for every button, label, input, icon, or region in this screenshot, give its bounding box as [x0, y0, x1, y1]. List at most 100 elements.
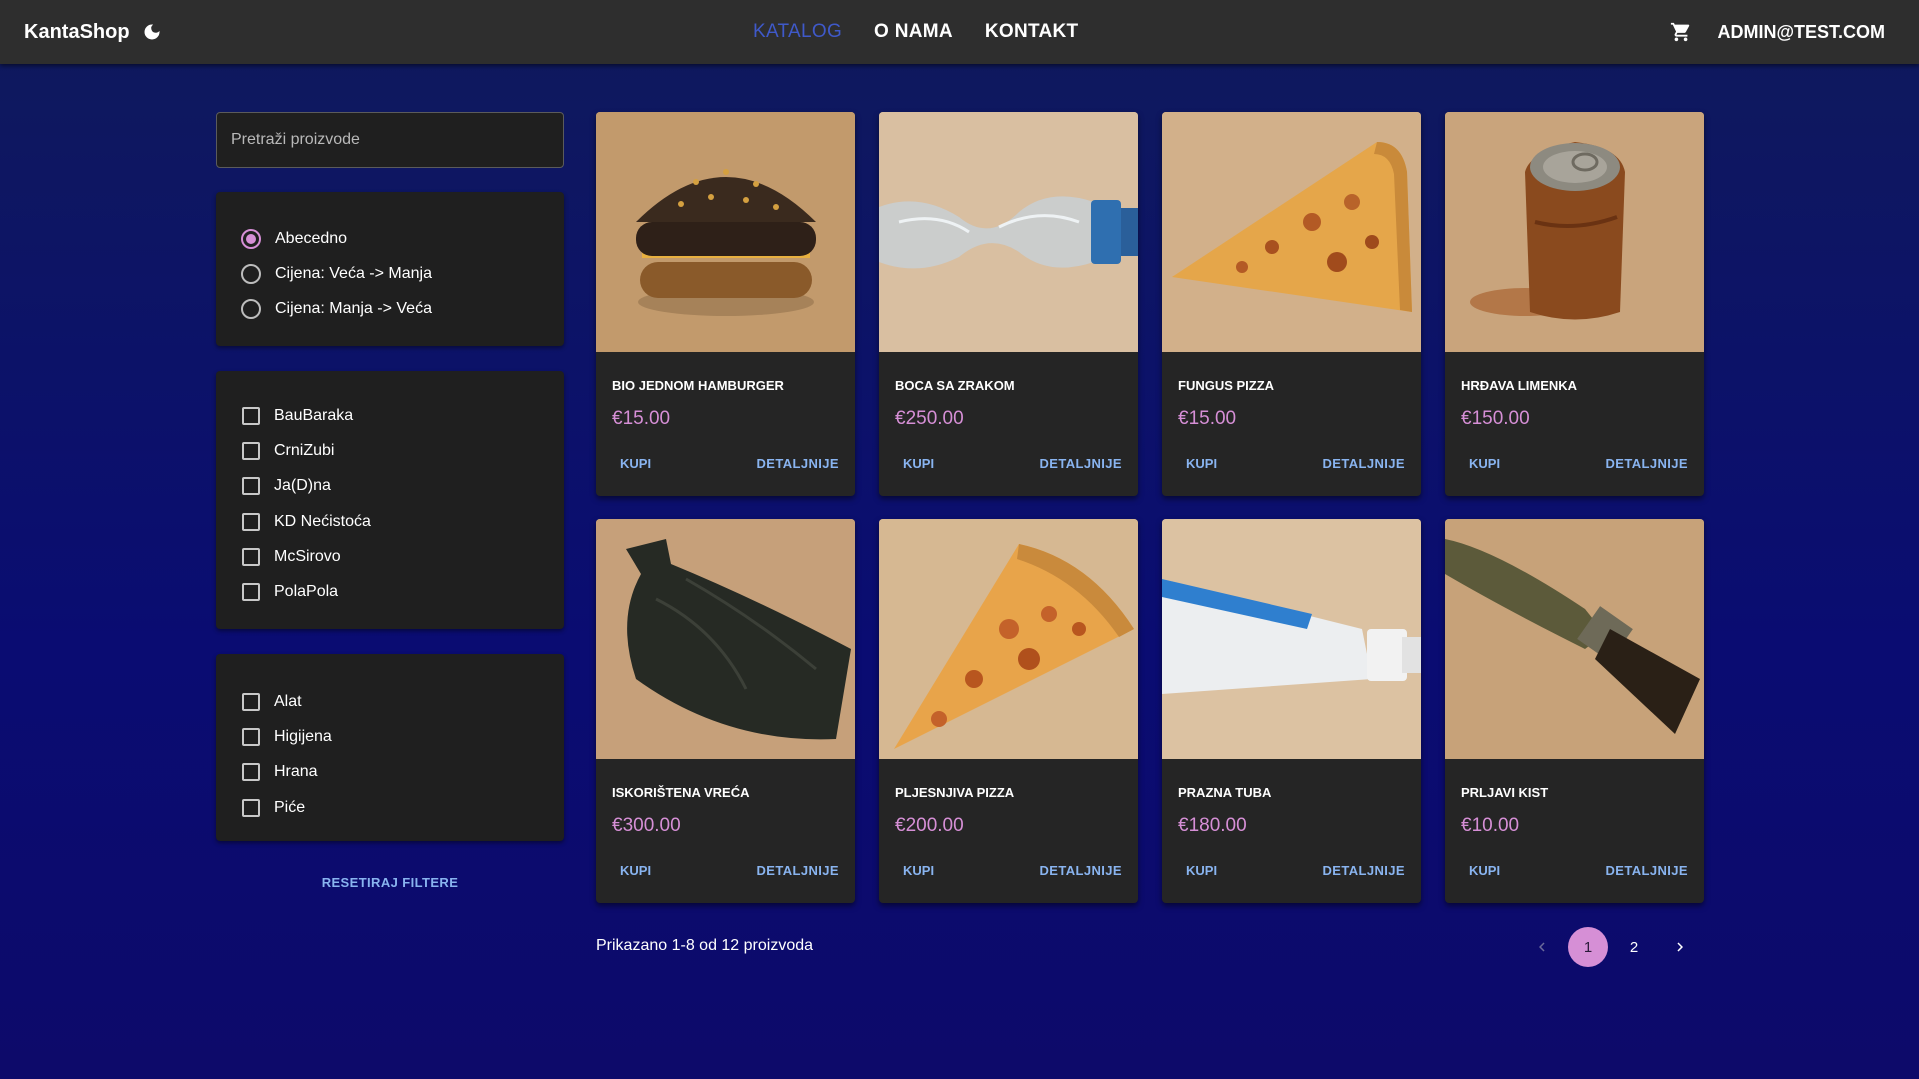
nav-link-katalog[interactable]: KATALOG: [753, 21, 842, 43]
checkbox[interactable]: [242, 763, 260, 782]
product-price: €10.00: [1461, 815, 1520, 836]
product-card[interactable]: FUNGUS PIZZA €15.00 KUPI DETALJNIJE: [1162, 112, 1421, 496]
checkbox[interactable]: [242, 477, 260, 496]
product-search-input[interactable]: [216, 112, 564, 168]
product-image-pizza-2[interactable]: [879, 519, 1138, 759]
product-card[interactable]: BIO JEDNOM HAMBURGER €15.00 KUPI DETALJN…: [596, 112, 855, 496]
product-image-bottle[interactable]: [879, 112, 1138, 352]
sort-option-label: Abecedno: [275, 229, 348, 247]
reset-filters-button[interactable]: RESETIRAJ FILTERE: [216, 870, 564, 894]
checkbox[interactable]: [242, 798, 260, 817]
product-image-tube[interactable]: [1162, 519, 1421, 759]
radio-unchecked[interactable]: [241, 263, 261, 284]
sort-option-price-asc[interactable]: Cijena: Manja -> Veća: [216, 292, 564, 327]
checkbox[interactable]: [242, 692, 260, 711]
checkbox[interactable]: [242, 727, 260, 746]
brand-filter-polapola[interactable]: PolaPola: [216, 574, 564, 609]
brand-label: CrniZubi: [274, 441, 335, 459]
sort-option-price-desc[interactable]: Cijena: Veća -> Manja: [216, 256, 564, 291]
moon-icon[interactable]: [142, 22, 162, 42]
details-button[interactable]: DETALJNIJE: [749, 855, 848, 887]
sort-option-abecedno[interactable]: Abecedno: [216, 221, 564, 256]
product-price: €200.00: [895, 815, 964, 836]
radio-unchecked[interactable]: [241, 299, 261, 320]
category-filter-higijena[interactable]: Higijena: [216, 719, 564, 754]
details-button[interactable]: DETALJNIJE: [1315, 448, 1414, 480]
buy-button[interactable]: KUPI: [1170, 448, 1233, 480]
product-price: €250.00: [895, 408, 964, 429]
product-title[interactable]: HRĐAVA LIMENKA: [1461, 378, 1577, 393]
checkbox[interactable]: [242, 406, 260, 425]
chevron-left-icon[interactable]: [1522, 927, 1562, 967]
page-button-current[interactable]: 1: [1568, 927, 1608, 967]
nav-link-kontakt[interactable]: KONTAKT: [985, 21, 1079, 43]
details-button[interactable]: DETALJNIJE: [1315, 855, 1414, 887]
brand-label: BauBaraka: [274, 406, 354, 424]
buy-button[interactable]: KUPI: [887, 855, 950, 887]
category-filter-alat[interactable]: Alat: [216, 684, 564, 719]
product-actions: KUPI DETALJNIJE: [1162, 448, 1421, 480]
sort-option-label: Cijena: Manja -> Veća: [275, 300, 432, 318]
product-card[interactable]: ISKORIŠTENA VREĆA €300.00 KUPI DETALJNIJ…: [596, 519, 855, 903]
cart-icon[interactable]: [1670, 21, 1692, 43]
checkbox[interactable]: [242, 441, 260, 460]
product-card[interactable]: BOCA SA ZRAKOM €250.00 KUPI DETALJNIJE: [879, 112, 1138, 496]
checkbox[interactable]: [242, 512, 260, 531]
product-actions: KUPI DETALJNIJE: [596, 855, 855, 887]
category-label: Hrana: [274, 763, 318, 781]
product-image-burger[interactable]: [596, 112, 855, 352]
checkbox[interactable]: [242, 547, 260, 566]
page-button[interactable]: 2: [1614, 927, 1654, 967]
details-button[interactable]: DETALJNIJE: [1032, 855, 1131, 887]
product-title[interactable]: FUNGUS PIZZA: [1178, 378, 1274, 393]
category-filter-panel: Alat Higijena Hrana Piće: [216, 654, 564, 841]
product-title[interactable]: PRLJAVI KIST: [1461, 785, 1548, 800]
product-title[interactable]: BOCA SA ZRAKOM: [895, 378, 1015, 393]
buy-button[interactable]: KUPI: [1453, 448, 1516, 480]
brand-name[interactable]: KantaShop: [24, 21, 130, 44]
user-account-link[interactable]: ADMIN@TEST.COM: [1717, 22, 1885, 43]
brand-label: McSirovo: [274, 547, 341, 565]
product-image-pizza[interactable]: [1162, 112, 1421, 352]
product-title[interactable]: PLJESNJIVA PIZZA: [895, 785, 1014, 800]
product-price: €300.00: [612, 815, 681, 836]
brand-filter-crnizubi[interactable]: CrniZubi: [216, 433, 564, 468]
checkbox[interactable]: [242, 583, 260, 602]
buy-button[interactable]: KUPI: [1170, 855, 1233, 887]
product-card[interactable]: PRAZNA TUBA €180.00 KUPI DETALJNIJE: [1162, 519, 1421, 903]
brand-filter-mcsirovo[interactable]: McSirovo: [216, 539, 564, 574]
product-image-can[interactable]: [1445, 112, 1704, 352]
product-image-bag[interactable]: [596, 519, 855, 759]
product-card[interactable]: PRLJAVI KIST €10.00 KUPI DETALJNIJE: [1445, 519, 1704, 903]
brand-filter-panel: BauBaraka CrniZubi Ja(D)na KD Nećistoća …: [216, 371, 564, 629]
product-actions: KUPI DETALJNIJE: [1445, 448, 1704, 480]
nav-link-o-nama[interactable]: O NAMA: [874, 21, 953, 43]
product-title[interactable]: PRAZNA TUBA: [1178, 785, 1271, 800]
brand: KantaShop: [24, 0, 162, 64]
buy-button[interactable]: KUPI: [887, 448, 950, 480]
category-filter-pice[interactable]: Piće: [216, 790, 564, 825]
sort-option-label: Cijena: Veća -> Manja: [275, 264, 432, 282]
details-button[interactable]: DETALJNIJE: [1598, 448, 1697, 480]
details-button[interactable]: DETALJNIJE: [749, 448, 848, 480]
product-price: €15.00: [1178, 408, 1237, 429]
buy-button[interactable]: KUPI: [604, 448, 667, 480]
product-title[interactable]: BIO JEDNOM HAMBURGER: [612, 378, 784, 393]
product-card[interactable]: PLJESNJIVA PIZZA €200.00 KUPI DETALJNIJE: [879, 519, 1138, 903]
product-actions: KUPI DETALJNIJE: [879, 448, 1138, 480]
brand-filter-kd-necistoca[interactable]: KD Nećistoća: [216, 504, 564, 539]
chevron-right-icon[interactable]: [1660, 927, 1700, 967]
details-button[interactable]: DETALJNIJE: [1032, 448, 1131, 480]
category-filter-hrana[interactable]: Hrana: [216, 755, 564, 790]
brand-label: Ja(D)na: [274, 477, 331, 495]
buy-button[interactable]: KUPI: [604, 855, 667, 887]
buy-button[interactable]: KUPI: [1453, 855, 1516, 887]
brand-filter-jadna[interactable]: Ja(D)na: [216, 469, 564, 504]
radio-checked[interactable]: [241, 228, 261, 249]
brand-filter-baubaraka[interactable]: BauBaraka: [216, 398, 564, 433]
details-button[interactable]: DETALJNIJE: [1598, 855, 1697, 887]
product-image-brush[interactable]: [1445, 519, 1704, 759]
product-card[interactable]: HRĐAVA LIMENKA €150.00 KUPI DETALJNIJE: [1445, 112, 1704, 496]
category-label: Alat: [274, 692, 302, 710]
product-title[interactable]: ISKORIŠTENA VREĆA: [612, 785, 749, 800]
